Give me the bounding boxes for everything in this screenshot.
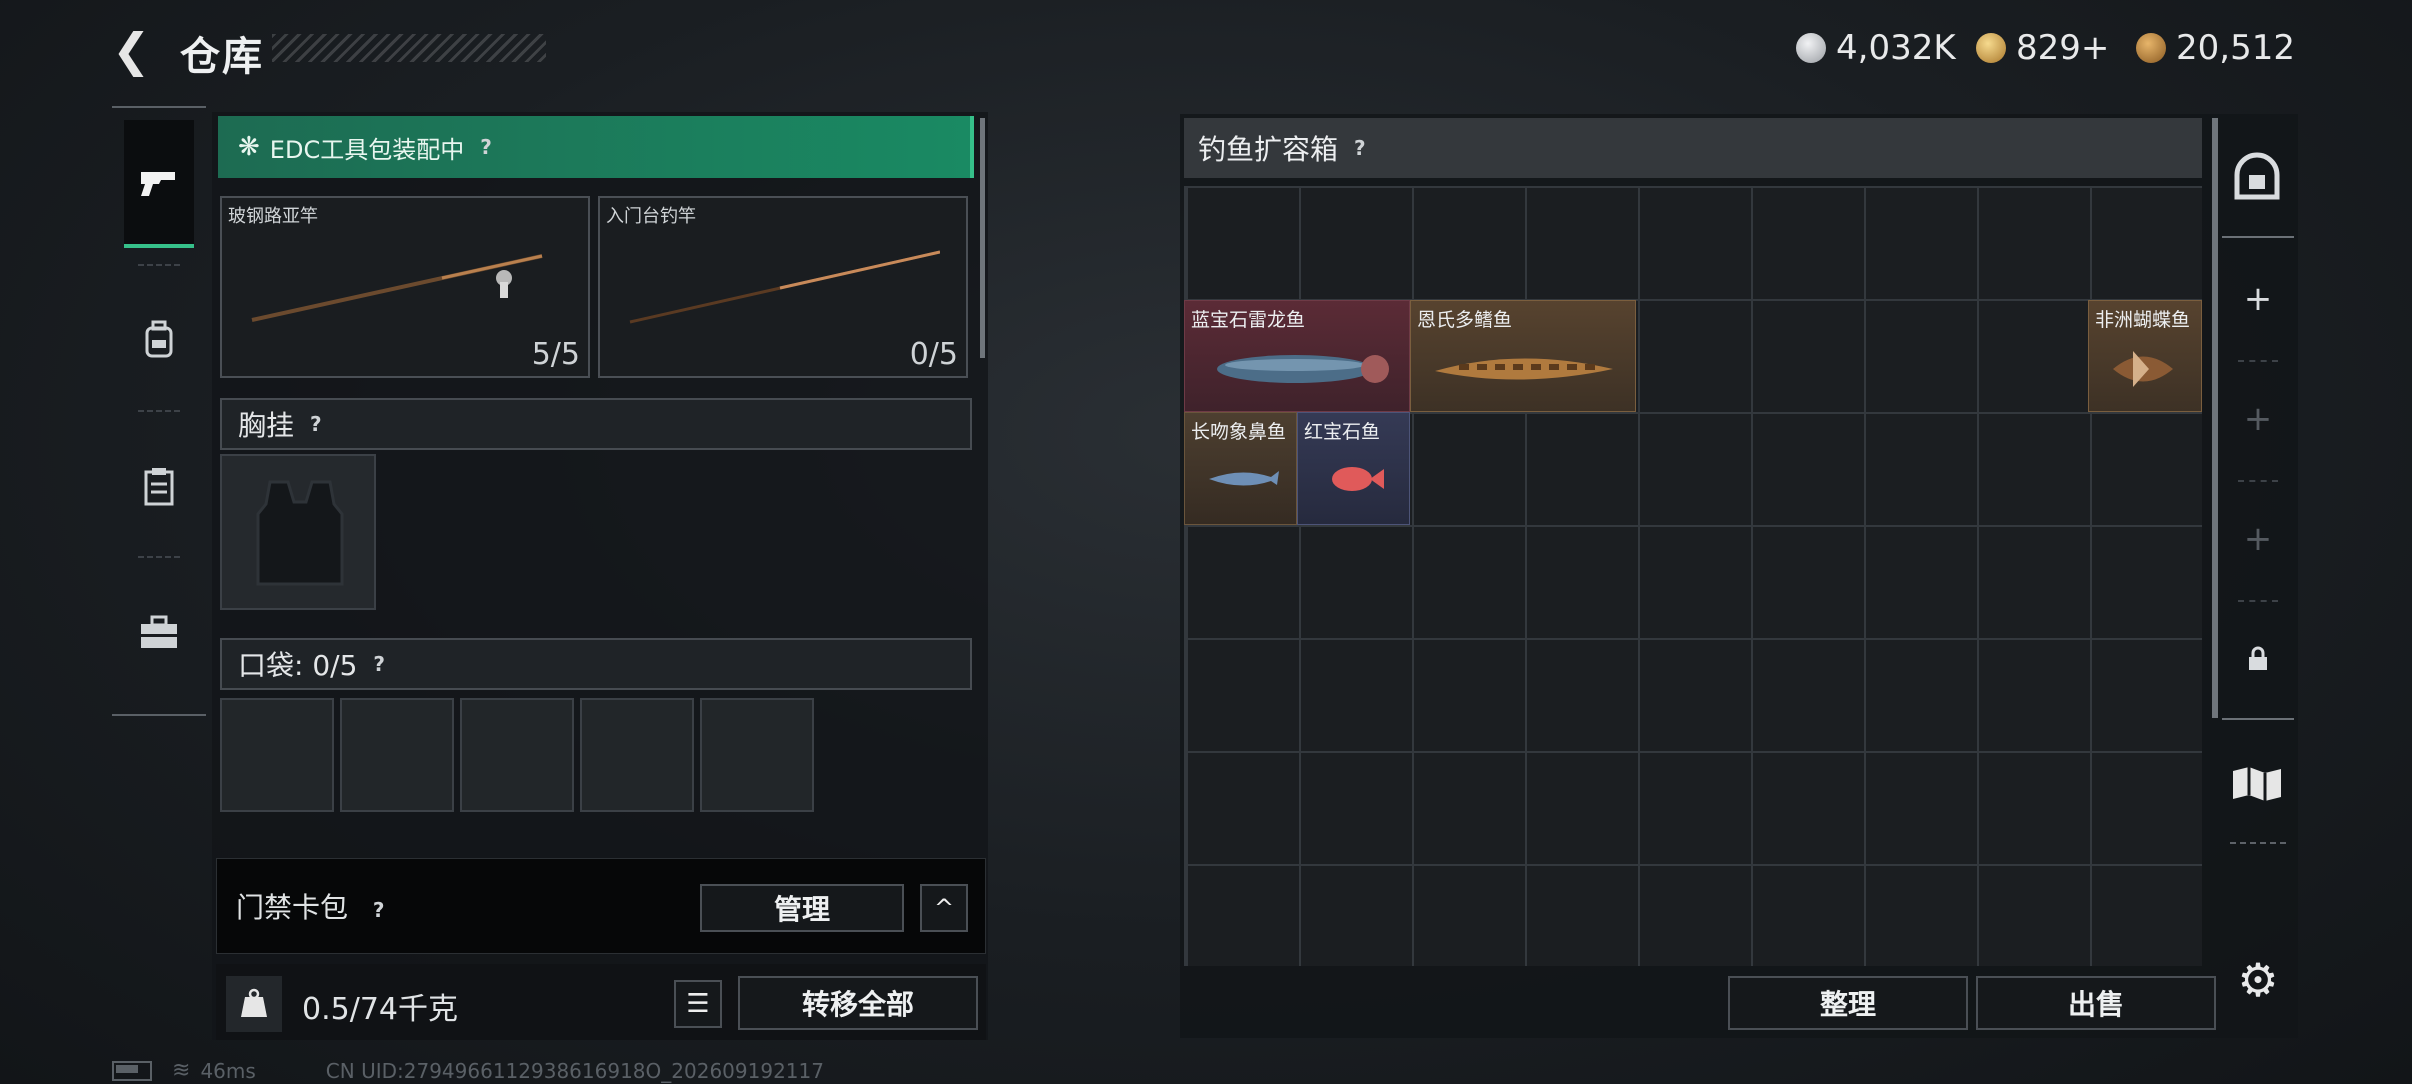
- rod-count: 5/5: [531, 337, 580, 372]
- fish-icon: [2113, 351, 2173, 387]
- edc-status-banner[interactable]: ❋ EDC工具包装配中 ?: [218, 116, 974, 178]
- lock-icon[interactable]: [2222, 604, 2294, 714]
- fish-item[interactable]: 非洲蝴蝶鱼: [2088, 300, 2202, 412]
- pocket-slot[interactable]: [460, 698, 574, 812]
- add-slot-button[interactable]: +: [2222, 484, 2294, 594]
- help-icon[interactable]: ?: [480, 135, 492, 159]
- container-header: 钓鱼扩容箱 ?: [1184, 118, 2202, 178]
- rail-divider: [2230, 842, 2286, 844]
- pocket-slot[interactable]: [700, 698, 814, 812]
- fish-item[interactable]: 长吻象鼻鱼: [1184, 412, 1297, 525]
- scrollbar[interactable]: [980, 118, 985, 358]
- fish-name: 红宝石鱼: [1304, 421, 1381, 443]
- currency-bronze-value: 20,512: [2176, 28, 2295, 68]
- silver-coin-icon: [1796, 33, 1826, 63]
- uid-text: CN UID:2794966112938616918O_202609192117: [325, 1058, 824, 1083]
- keycard-label-text: 门禁卡包: [236, 891, 349, 924]
- currency-silver-value: 4,032K: [1836, 28, 1956, 68]
- tab-backpack[interactable]: [124, 276, 194, 404]
- pocket-header: 口袋: 0/5 ?: [220, 638, 972, 690]
- currency-silver: 4,032K: [1796, 26, 1956, 70]
- rail-divider: [2238, 600, 2278, 602]
- gear-icon: ❋: [238, 132, 260, 162]
- add-slot-button[interactable]: +: [2222, 364, 2294, 474]
- scrollbar[interactable]: [2212, 118, 2218, 718]
- tab-divider: [138, 410, 180, 412]
- rod-count: 0/5: [909, 337, 958, 372]
- wifi-icon: ≋: [172, 1058, 191, 1083]
- rod-slot-pole[interactable]: 入门台钓竿 0/5: [598, 196, 968, 378]
- fishing-rod-icon: [251, 254, 543, 322]
- chest-rig-slot[interactable]: [220, 454, 376, 610]
- weight-value: 0.5/74千克: [302, 992, 458, 1027]
- container-title: 钓鱼扩容箱: [1198, 133, 1339, 166]
- vest-icon: [256, 480, 344, 586]
- pistol-icon: [141, 172, 175, 196]
- back-arrow-icon[interactable]: ❮: [112, 27, 156, 73]
- weight-icon: [226, 976, 282, 1032]
- help-icon[interactable]: ?: [310, 412, 322, 436]
- status-bar: ≋ 46ms CN UID:2794966112938616918O_20260…: [112, 1058, 824, 1083]
- rod-name: 入门台钓竿: [606, 206, 696, 227]
- gear-icon[interactable]: ⚙: [2232, 953, 2284, 1007]
- pocket-label: 口袋: 0/5: [238, 649, 358, 682]
- fish-item[interactable]: 红宝石鱼: [1297, 412, 1410, 525]
- chevron-up-icon[interactable]: ^: [920, 884, 968, 932]
- pocket-slot[interactable]: [580, 698, 694, 812]
- rod-slot-spinning[interactable]: 玻钢路亚竿 5/5: [220, 196, 590, 378]
- tab-divider: [138, 264, 180, 266]
- fish-icon: [1209, 471, 1279, 486]
- rail-divider: [2238, 480, 2278, 482]
- sell-button[interactable]: 出售: [1976, 976, 2216, 1030]
- tab-weapons[interactable]: [124, 120, 194, 248]
- currency-gold: 829+: [1976, 26, 2109, 70]
- rail-divider: [2238, 360, 2278, 362]
- transfer-all-button[interactable]: 转移全部: [738, 976, 978, 1030]
- pocket-slot[interactable]: [220, 698, 334, 812]
- page-title: 仓库: [180, 34, 264, 80]
- sort-button[interactable]: 整理: [1728, 976, 1968, 1030]
- container-icon[interactable]: [2222, 142, 2292, 212]
- tab-clipboard[interactable]: [124, 422, 194, 550]
- help-icon[interactable]: ?: [1354, 136, 1366, 160]
- fish-name: 恩氏多鳍鱼: [1417, 309, 1513, 331]
- ping-value: 46ms: [200, 1058, 256, 1083]
- tab-toolbox[interactable]: [124, 568, 194, 696]
- battery-icon: [112, 1060, 152, 1081]
- pocket-slot[interactable]: [340, 698, 454, 812]
- tab-divider: [138, 556, 180, 558]
- fish-item[interactable]: 恩氏多鳍鱼: [1410, 300, 1636, 412]
- fish-name: 非洲蝴蝶鱼: [2095, 309, 2191, 331]
- fish-item[interactable]: 蓝宝石雷龙鱼: [1184, 300, 1410, 412]
- fish-name: 长吻象鼻鱼: [1191, 421, 1287, 443]
- title-decoration: [272, 34, 546, 62]
- fish-icon: [1217, 355, 1389, 383]
- clipboard-icon: [144, 468, 174, 506]
- fish-icon: [1332, 467, 1384, 491]
- keycard-label: 门禁卡包 ?: [236, 886, 385, 926]
- edc-label: EDC工具包装配中: [269, 135, 465, 164]
- map-icon[interactable]: [2222, 748, 2292, 818]
- help-icon[interactable]: ?: [373, 898, 385, 922]
- add-slot-button[interactable]: +: [2222, 244, 2294, 354]
- fish-name: 蓝宝石雷龙鱼: [1191, 309, 1306, 331]
- toolbox-icon: [141, 615, 177, 648]
- chest-rig-label: 胸挂: [238, 409, 295, 442]
- backpack-icon: [145, 320, 173, 358]
- chest-rig-header: 胸挂 ?: [220, 398, 972, 450]
- list-icon[interactable]: ☰: [674, 980, 722, 1028]
- rod-name: 玻钢路亚竿: [228, 206, 318, 227]
- currency-bronze: 20,512: [2136, 26, 2295, 70]
- manage-button[interactable]: 管理: [700, 884, 904, 932]
- gold-token-icon: [1976, 33, 2006, 63]
- fish-icon: [1435, 358, 1613, 380]
- bronze-coin-icon: [2136, 33, 2166, 63]
- help-icon[interactable]: ?: [373, 652, 385, 676]
- fishing-rod-icon: [629, 250, 940, 324]
- currency-gold-value: 829+: [2016, 28, 2110, 68]
